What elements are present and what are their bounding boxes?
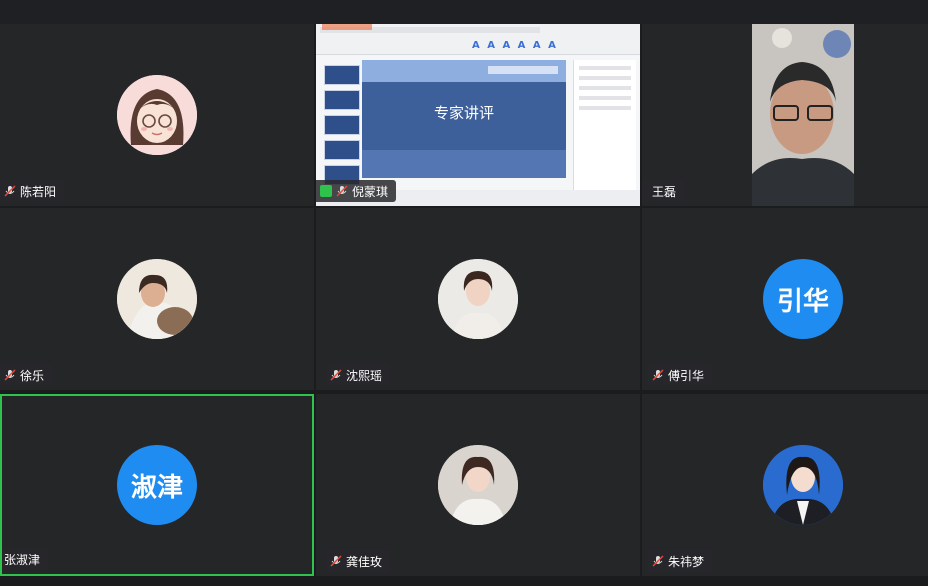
- participant-name: 陈若阳: [20, 184, 57, 199]
- avatar-text: 淑津: [117, 445, 197, 525]
- name-tag: 张淑津: [2, 548, 49, 570]
- slide-thumbnail: [324, 115, 360, 135]
- participant-tile[interactable]: 朱祎梦: [642, 394, 928, 576]
- avatar: [438, 259, 518, 339]
- participant-name: 倪蒙琪: [352, 184, 389, 199]
- avatar: [763, 445, 843, 525]
- slide-canvas: 专家讲评: [362, 60, 566, 178]
- camera-video: [752, 24, 854, 206]
- avatar: [438, 445, 518, 525]
- person-video-icon: [752, 24, 854, 206]
- mic-muted-icon: [336, 185, 348, 197]
- participant-tile-screen-share[interactable]: A A A A A A 专家讲评 倪蒙琪: [316, 24, 640, 206]
- participant-tile-active-speaker[interactable]: 淑津 张淑津: [0, 394, 314, 576]
- photo-icon: [117, 259, 197, 339]
- photo-icon: [438, 445, 518, 525]
- participant-name: 傅引华: [668, 368, 705, 383]
- participant-name: 朱祎梦: [668, 554, 705, 569]
- logo: [488, 66, 558, 74]
- avatar: [117, 75, 197, 155]
- properties-panel: [573, 60, 636, 200]
- participant-name: 沈熙瑶: [346, 368, 383, 383]
- participant-tile[interactable]: 引华 傅引华: [642, 208, 928, 390]
- slide-thumbnail: [324, 65, 360, 85]
- name-tag: 傅引华: [648, 364, 713, 386]
- screen-share-icon: [320, 185, 332, 197]
- name-tag: 陈若阳: [0, 180, 65, 202]
- ppt-ribbon: A A A A A A: [316, 24, 640, 55]
- name-tag: 倪蒙琪: [316, 180, 397, 202]
- name-tag: 徐乐: [0, 364, 53, 386]
- participant-tile[interactable]: 沈熙瑶: [316, 208, 640, 390]
- mic-muted-icon: [330, 555, 342, 567]
- photo-icon: [438, 259, 518, 339]
- name-tag: 王磊: [642, 180, 685, 202]
- participant-name: 龚佳玫: [346, 554, 383, 569]
- cartoon-girl-icon: [117, 75, 197, 155]
- name-tag: 朱祎梦: [648, 550, 713, 572]
- ribbon-letters: A A A A A A: [472, 40, 558, 51]
- slide-thumbnail: [324, 140, 360, 160]
- avatar: [117, 259, 197, 339]
- participant-tile[interactable]: 陈若阳: [0, 24, 314, 206]
- shared-screen: A A A A A A 专家讲评: [316, 24, 640, 206]
- participant-tile-video[interactable]: 王磊: [642, 24, 928, 206]
- video-grid: 陈若阳 A A A A A A 专家讲评 倪蒙琪 王磊 徐乐 沈熙瑶 引华 傅引…: [0, 24, 928, 576]
- participant-name: 王磊: [652, 184, 677, 199]
- participant-name: 张淑津: [4, 552, 41, 567]
- mic-muted-icon: [652, 555, 664, 567]
- mic-muted-icon: [4, 369, 16, 381]
- name-tag: 沈熙瑶: [326, 364, 391, 386]
- mic-muted-icon: [330, 369, 342, 381]
- participant-tile[interactable]: 龚佳玫: [316, 394, 640, 576]
- avatar-text: 引华: [763, 259, 843, 339]
- mic-muted-icon: [652, 369, 664, 381]
- slide-title: 专家讲评: [433, 104, 494, 122]
- photo-icon: [763, 445, 843, 525]
- name-tag: 龚佳玫: [326, 550, 391, 572]
- participant-tile[interactable]: 徐乐: [0, 208, 314, 390]
- mic-muted-icon: [4, 185, 16, 197]
- participant-name: 徐乐: [20, 368, 45, 383]
- top-bar: [0, 0, 928, 24]
- slide-thumbnails: [320, 60, 360, 190]
- slide-thumbnail: [324, 90, 360, 110]
